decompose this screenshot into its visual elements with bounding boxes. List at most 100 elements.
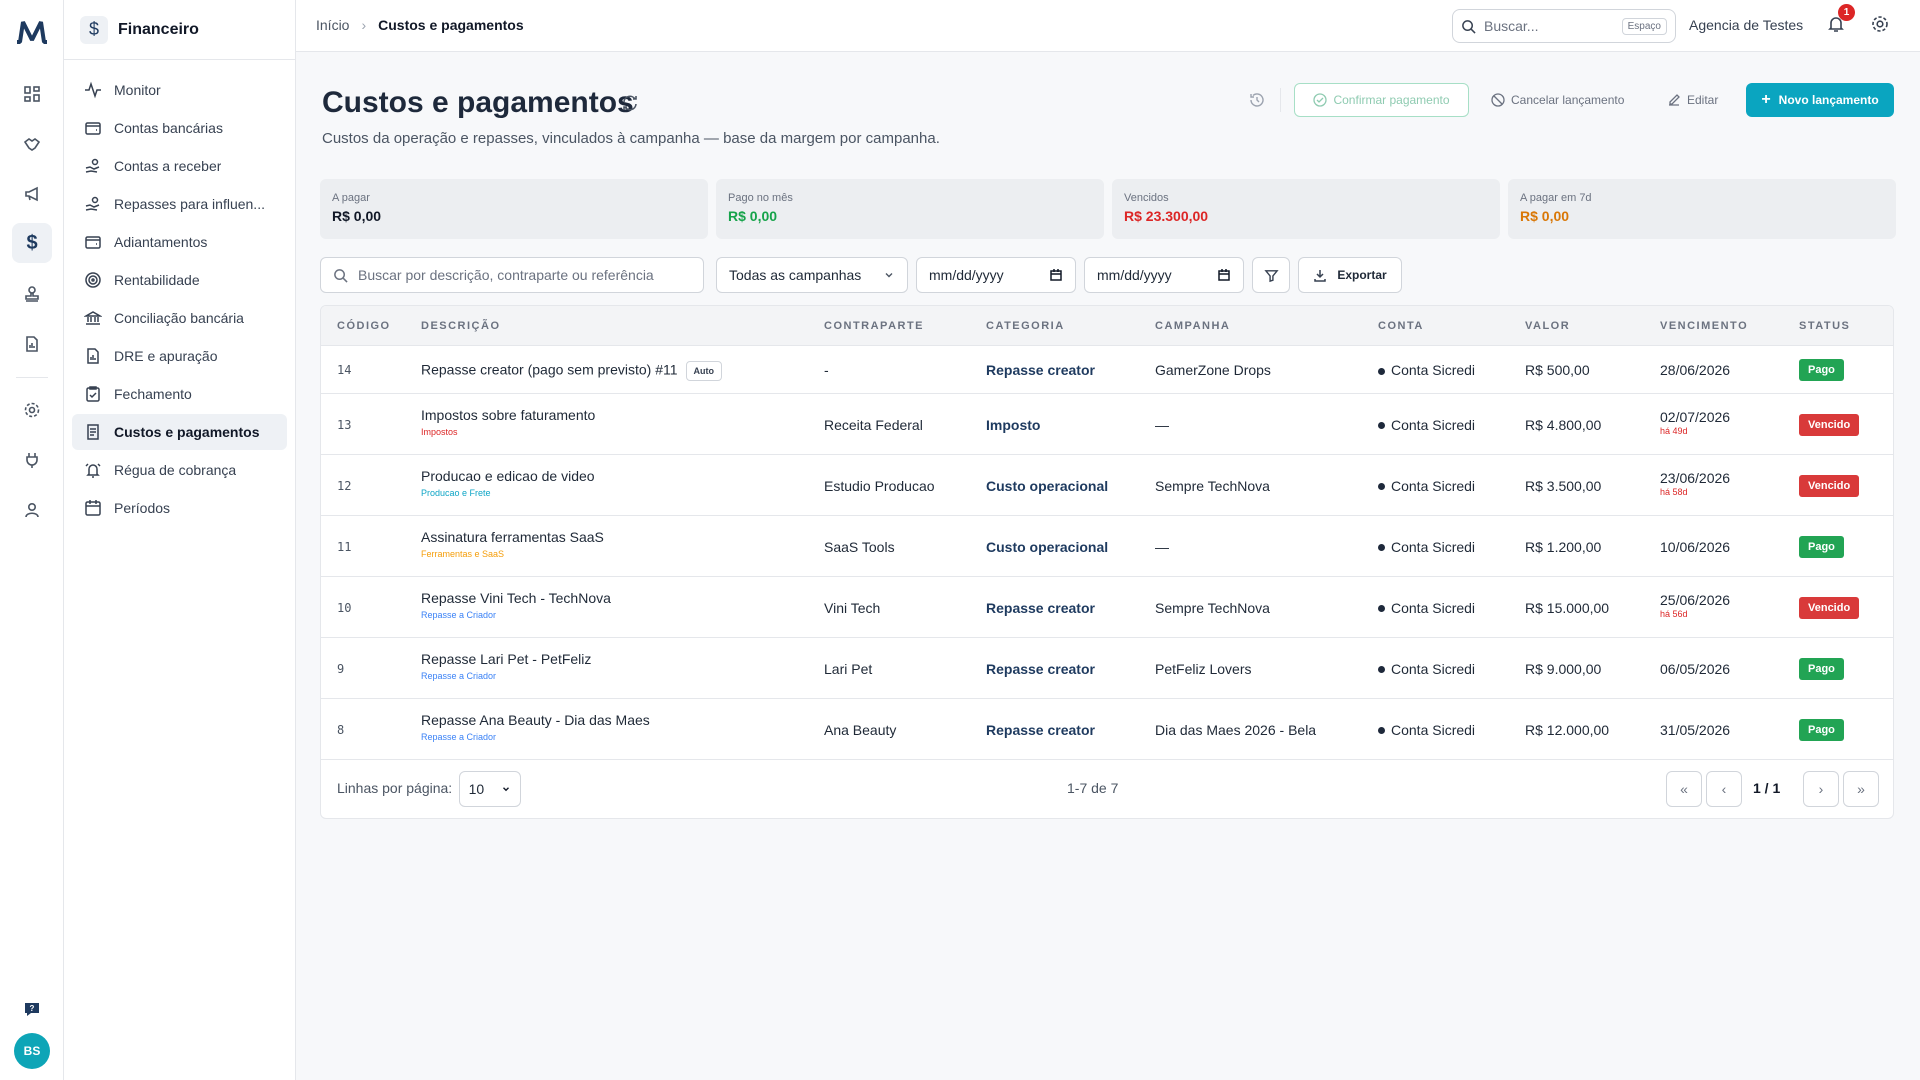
- table-row[interactable]: 11 Assinatura ferramentas SaaS Ferramentas…: [321, 516, 1893, 577]
- date-to-input[interactable]: mm/dd/yyyy: [1084, 257, 1244, 293]
- kpi-value: R$ 0,00: [728, 208, 778, 224]
- new-entry-label: Novo lançamento: [1778, 93, 1879, 107]
- module-header: $ Financeiro: [64, 0, 295, 60]
- cancel-entry-button[interactable]: Cancelar lançamento: [1491, 83, 1624, 117]
- row-code: 10: [337, 600, 352, 615]
- new-entry-button[interactable]: + Novo lançamento: [1746, 83, 1894, 117]
- table-row[interactable]: 14 Repasse creator (pago sem previsto) #1…: [321, 346, 1893, 394]
- chevrons-left-icon: «: [1680, 781, 1688, 797]
- sidebar-item-5[interactable]: Rentabilidade: [72, 262, 287, 298]
- bell-ring-icon: [85, 463, 101, 478]
- column-header[interactable]: CAMPANHA: [1155, 320, 1230, 332]
- sidebar-item-11[interactable]: Períodos: [72, 490, 287, 526]
- rail-settings-icon[interactable]: [12, 390, 52, 430]
- column-header[interactable]: VENCIMENTO: [1660, 320, 1748, 332]
- notification-count-badge: 1: [1838, 4, 1855, 21]
- row-counterparty: Lari Pet: [824, 660, 873, 677]
- status-badge: Pago: [1799, 657, 1844, 680]
- rail-user-icon[interactable]: [12, 490, 52, 530]
- activity-icon: [85, 81, 101, 99]
- toolbar-divider: [1280, 88, 1281, 112]
- rail-megaphone-icon[interactable]: [12, 174, 52, 214]
- file-chart-icon: [87, 348, 99, 364]
- row-code: 12: [337, 478, 352, 493]
- breadcrumb-home[interactable]: Início: [316, 17, 349, 33]
- confirm-payment-label: Confirmar pagamento: [1333, 93, 1450, 107]
- calendar-icon[interactable]: [1217, 268, 1231, 282]
- last-page-button[interactable]: »: [1843, 771, 1879, 807]
- table-row[interactable]: 13 Impostos sobre faturamento Impostos Rece…: [321, 394, 1893, 455]
- rail-plug-icon[interactable]: [12, 440, 52, 480]
- app-logo[interactable]: [14, 14, 50, 48]
- sidebar-item-7[interactable]: DRE e apuração: [72, 338, 287, 374]
- rail-dashboard-icon[interactable]: [12, 74, 52, 114]
- export-button[interactable]: Exportar: [1298, 257, 1402, 293]
- sidebar-item-10[interactable]: Régua de cobrança: [72, 452, 287, 488]
- rows-per-page-select[interactable]: 10: [459, 771, 521, 807]
- table-search-input[interactable]: Buscar por descrição, contraparte ou ref…: [320, 257, 704, 293]
- row-due-date: 10/06/2026: [1660, 539, 1730, 555]
- row-due-date-text: 25/06/2026: [1660, 591, 1731, 608]
- account-dot-icon: [1378, 544, 1385, 552]
- sidebar-item-6[interactable]: Conciliação bancária: [72, 300, 287, 336]
- date-from-input[interactable]: mm/dd/yyyy: [916, 257, 1076, 293]
- auto-badge: Auto: [685, 361, 723, 381]
- table-row[interactable]: 9 Repasse Lari Pet - PetFeliz Repasse a Cr…: [321, 638, 1893, 699]
- settings-gear-icon[interactable]: [1870, 14, 1890, 34]
- column-header[interactable]: STATUS: [1799, 320, 1850, 332]
- global-search-input[interactable]: Buscar... Espaço: [1452, 9, 1676, 43]
- chevron-down-icon: [885, 273, 893, 278]
- row-value: R$ 12.000,00: [1525, 721, 1610, 738]
- sidebar-item-3[interactable]: Repasses para influen...: [72, 186, 287, 222]
- column-header[interactable]: DESCRIÇÃO: [421, 320, 501, 332]
- organization-switcher[interactable]: Agencia de Testes: [1689, 17, 1803, 33]
- column-header[interactable]: CONTA: [1378, 320, 1424, 332]
- refresh-icon[interactable]: [620, 93, 640, 113]
- history-icon[interactable]: [1249, 92, 1265, 108]
- sidebar-item-8[interactable]: Fechamento: [72, 376, 287, 412]
- column-header[interactable]: CÓDIGO: [337, 320, 391, 332]
- chevron-right-icon: ›: [361, 17, 367, 33]
- module-sidebar: $ Financeiro Monitor Contas bancárias Cont…: [64, 0, 296, 1080]
- campaign-select[interactable]: Todas as campanhas: [716, 257, 908, 293]
- rail-stamp-icon[interactable]: [12, 274, 52, 314]
- sidebar-item-label: Adiantamentos: [114, 234, 208, 250]
- column-header[interactable]: CATEGORIA: [986, 320, 1065, 332]
- kpi-label: A pagar em 7d: [1520, 192, 1592, 204]
- sidebar-item-9[interactable]: Custos e pagamentos: [72, 414, 287, 450]
- row-description-text: Repasse creator (pago sem previsto) #11: [421, 361, 678, 378]
- bank-icon: [84, 311, 102, 325]
- sidebar-item-4[interactable]: Adiantamentos: [72, 224, 287, 260]
- table-row[interactable]: 10 Repasse Vini Tech - TechNova Repasse a …: [321, 577, 1893, 638]
- previous-page-button[interactable]: ‹: [1706, 771, 1742, 807]
- rail-dollar-icon[interactable]: $: [12, 223, 52, 263]
- row-account: Conta Sicredi: [1378, 362, 1475, 378]
- edit-button[interactable]: Editar: [1667, 83, 1718, 117]
- export-label: Exportar: [1337, 268, 1387, 282]
- row-category-tag: Producao e Frete: [421, 487, 491, 498]
- row-counterparty: -: [824, 362, 829, 378]
- confirm-payment-button[interactable]: Confirmar pagamento: [1294, 83, 1469, 117]
- row-account-name: Conta Sicredi: [1391, 599, 1476, 616]
- table-row[interactable]: 8 Repasse Ana Beauty - Dia das Maes Repass…: [321, 699, 1893, 760]
- sidebar-item-2[interactable]: Contas a receber: [72, 148, 287, 184]
- rail-report-icon[interactable]: [12, 324, 52, 364]
- sidebar-item-1[interactable]: Contas bancárias: [72, 110, 287, 146]
- breadcrumb-current: Custos e pagamentos: [378, 17, 524, 33]
- next-page-button[interactable]: ›: [1803, 771, 1839, 807]
- rail-handshake-icon[interactable]: [12, 124, 52, 164]
- help-chat-icon[interactable]: ?: [12, 989, 52, 1029]
- sidebar-item-0[interactable]: Monitor: [72, 72, 287, 108]
- column-header[interactable]: CONTRAPARTE: [824, 320, 924, 332]
- user-avatar[interactable]: BS: [14, 1033, 50, 1069]
- row-due-date: 06/05/2026: [1660, 661, 1730, 677]
- filter-button[interactable]: [1252, 257, 1290, 293]
- first-page-button[interactable]: «: [1666, 771, 1702, 807]
- calendar-icon[interactable]: [1049, 268, 1063, 282]
- kpi-card: A pagar R$ 0,00: [320, 179, 708, 239]
- sidebar-item-label: Fechamento: [114, 386, 192, 402]
- table-row[interactable]: 12 Producao e edicao de video Producao e F…: [321, 455, 1893, 516]
- column-header[interactable]: VALOR: [1525, 320, 1570, 332]
- sidebar-item-label: Rentabilidade: [114, 272, 200, 288]
- search-icon: [1462, 19, 1476, 34]
